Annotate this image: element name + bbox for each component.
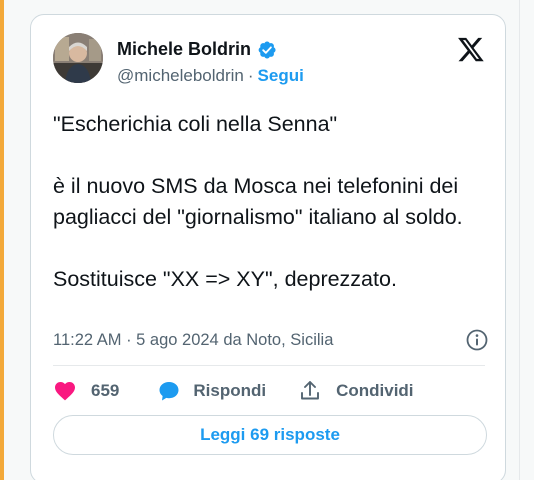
share-icon <box>298 379 322 403</box>
tweet-text: "Escherichia coli nella Senna" è il nuov… <box>53 109 493 295</box>
heart-icon <box>53 379 77 403</box>
x-logo-icon[interactable] <box>457 35 485 63</box>
avatar-photo <box>53 33 103 83</box>
tweet-meta-row: 11:22 AM · 5 ago 2024 da Noto, Sicilia <box>53 328 489 352</box>
tweet-card[interactable]: Michele Boldrin @micheleboldrin · Segui … <box>30 14 506 480</box>
tweet-timestamp[interactable]: 11:22 AM · 5 ago 2024 da Noto, Sicilia <box>53 331 333 350</box>
right-divider <box>519 0 520 480</box>
handle-separator: · <box>247 66 254 85</box>
left-accent-bar <box>0 0 4 480</box>
tweet-actions: 659 Rispondi Condividi <box>53 379 414 403</box>
share-button[interactable]: Condividi <box>298 379 414 403</box>
like-count: 659 <box>91 381 120 400</box>
tweet-paragraph: Sostituisce "XX => XY", deprezzato. <box>53 267 397 291</box>
like-button[interactable]: 659 <box>53 379 157 403</box>
avatar[interactable] <box>53 33 103 83</box>
page-background: Michele Boldrin @micheleboldrin · Segui … <box>0 0 534 480</box>
author-handle-row: @micheleboldrin · Segui <box>117 66 304 86</box>
tweet-paragraph: è il nuovo SMS da Mosca nei telefonini d… <box>53 174 463 229</box>
actions-divider <box>53 365 485 366</box>
author-display-name[interactable]: Michele Boldrin <box>117 39 251 60</box>
verified-badge-icon <box>257 40 277 60</box>
author-handle[interactable]: @micheleboldrin <box>117 66 244 86</box>
info-icon[interactable] <box>465 328 489 352</box>
read-replies-button[interactable]: Leggi 69 risposte <box>53 415 487 455</box>
tweet-paragraph: "Escherichia coli nella Senna" <box>53 112 338 136</box>
follow-button[interactable]: Segui <box>258 66 304 86</box>
speech-bubble-icon <box>157 379 181 403</box>
author-name-row: Michele Boldrin <box>117 39 277 60</box>
reply-button[interactable]: Rispondi <box>157 379 298 403</box>
reply-label: Rispondi <box>193 381 267 400</box>
share-label: Condividi <box>336 381 414 400</box>
